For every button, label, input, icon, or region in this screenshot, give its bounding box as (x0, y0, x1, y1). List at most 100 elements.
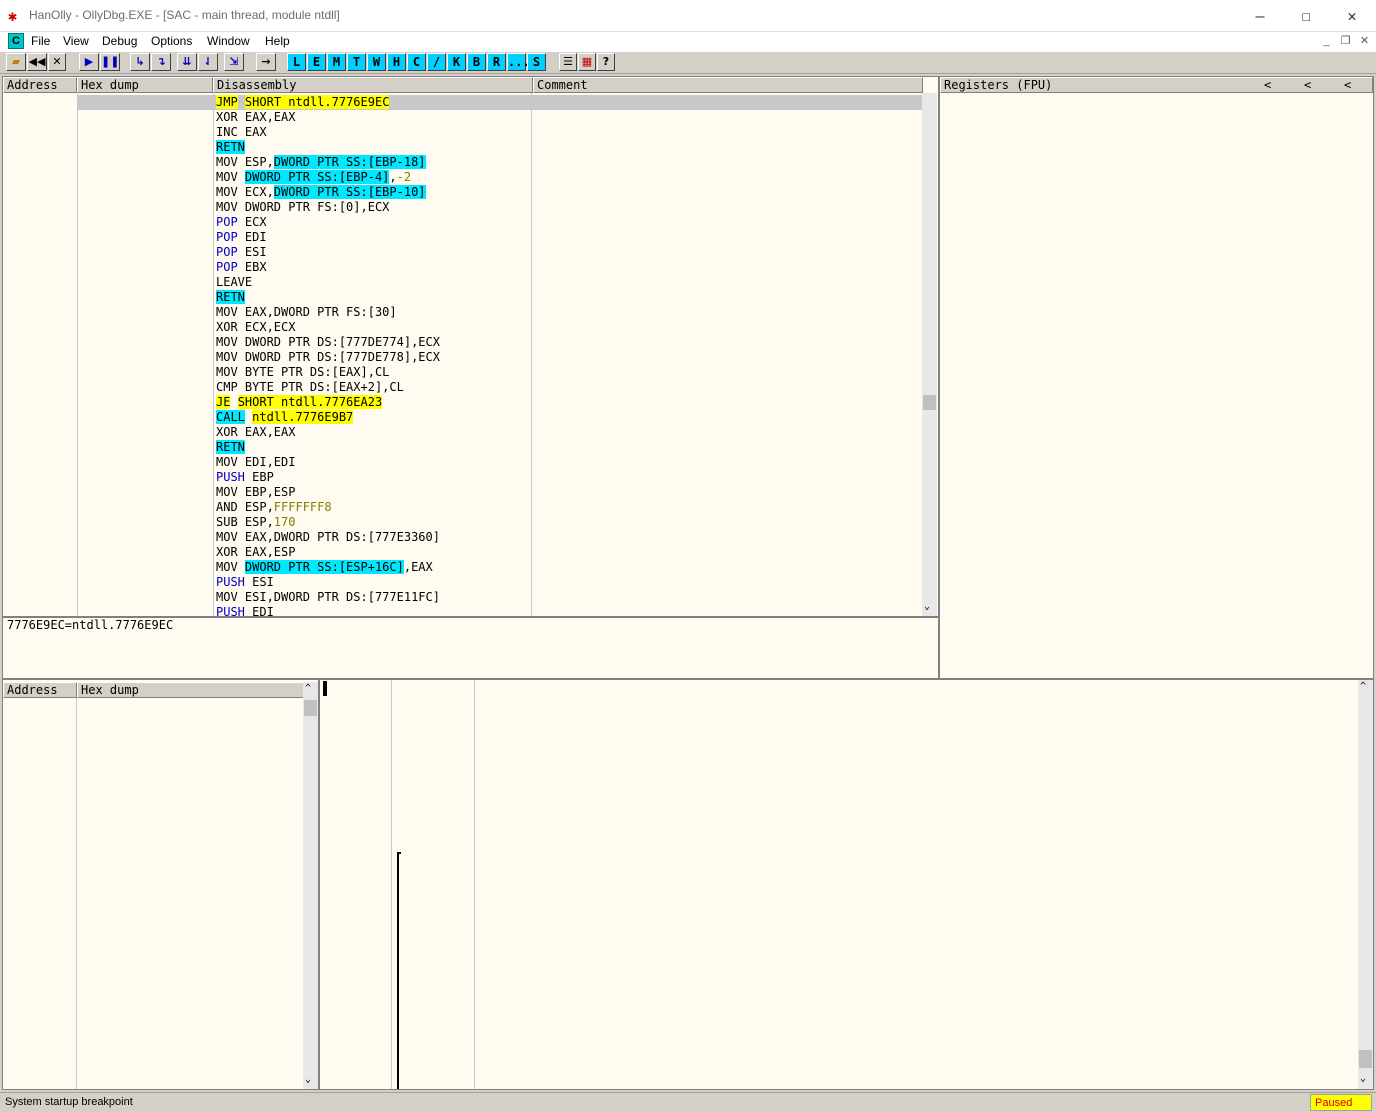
dump-hex[interactable] (79, 1060, 303, 1075)
disasm-instruction[interactable]: PUSH ESI (216, 575, 274, 590)
grid-icon[interactable]: ▦ (578, 53, 596, 71)
trace-into-icon[interactable]: ⇊ (177, 53, 197, 71)
trace-over-icon[interactable]: ⇃ (198, 53, 218, 71)
stack-address[interactable] (323, 996, 327, 1011)
step-into-icon[interactable]: ↳ (130, 53, 150, 71)
menu-file[interactable]: File (31, 33, 50, 51)
disasm-hex[interactable] (78, 185, 212, 200)
disasm-hex[interactable] (78, 575, 212, 590)
disasm-instruction[interactable]: MOV DWORD PTR DS:[777DE774],ECX (216, 335, 440, 350)
disasm-hex[interactable] (78, 530, 212, 545)
dump-header-hex[interactable]: Hex dump (77, 682, 305, 698)
dump-hex[interactable] (79, 775, 303, 790)
disasm-instruction[interactable]: POP EBX (216, 260, 267, 275)
dump-hex[interactable] (79, 1075, 303, 1089)
threads-button[interactable]: T (347, 53, 366, 71)
disasm-instruction[interactable]: XOR EAX,EAX (216, 425, 295, 440)
column-header-hex[interactable]: Hex dump (77, 77, 213, 93)
dump-hex[interactable] (79, 985, 303, 1000)
stack-scrollbar-thumb[interactable] (1359, 1050, 1372, 1068)
execute-till-return-icon[interactable]: ⇲ (224, 53, 244, 71)
disasm-instruction[interactable]: AND ESP,FFFFFFF8 (216, 500, 332, 515)
stack-scroll-down-icon[interactable]: ⌄ (1360, 1073, 1366, 1084)
dump-hex[interactable] (79, 730, 303, 745)
breakpoints-button[interactable]: B (467, 53, 486, 71)
disasm-hex[interactable] (78, 290, 212, 305)
source-button[interactable]: S (527, 53, 546, 71)
run-icon[interactable]: ▶ (79, 53, 99, 71)
stack-address[interactable] (323, 1026, 327, 1041)
stack-address[interactable] (323, 786, 327, 801)
references-button[interactable]: R (487, 53, 506, 71)
disasm-hex[interactable] (78, 95, 212, 110)
disasm-hex[interactable] (78, 320, 212, 335)
cpu-disassembly-pane[interactable]: Address Hex dump Disassembly Comment JMP… (2, 76, 939, 617)
stack-address[interactable] (323, 1056, 327, 1071)
disasm-instruction[interactable]: MOV DWORD PTR SS:[ESP+16C],EAX (216, 560, 433, 575)
stack-address[interactable] (323, 696, 327, 711)
stack-address[interactable] (323, 951, 327, 966)
stack-address[interactable] (323, 801, 327, 816)
dump-scroll-down-icon[interactable]: ⌄ (305, 1074, 311, 1085)
menu-view[interactable]: View (63, 33, 89, 51)
open-icon[interactable]: ▰ (6, 53, 26, 71)
disasm-hex[interactable] (78, 470, 212, 485)
column-header-disassembly[interactable]: Disassembly (213, 77, 533, 93)
column-header-comment[interactable]: Comment (533, 77, 923, 93)
stack-address[interactable] (323, 756, 327, 771)
dump-hex[interactable] (79, 865, 303, 880)
dump-hex[interactable] (79, 880, 303, 895)
windows-button[interactable]: W (367, 53, 386, 71)
disasm-instruction[interactable]: MOV EAX,DWORD PTR FS:[30] (216, 305, 397, 320)
dump-hex[interactable] (79, 700, 303, 715)
mdi-minimize-icon[interactable]: _ (1318, 34, 1335, 49)
disasm-hex[interactable] (78, 200, 212, 215)
disasm-instruction[interactable]: MOV EBP,ESP (216, 485, 295, 500)
dump-hex[interactable] (79, 970, 303, 985)
column-header-address[interactable]: Address (3, 77, 77, 93)
menu-debug[interactable]: Debug (102, 33, 137, 51)
stack-address[interactable] (323, 816, 327, 831)
stack-address[interactable] (323, 711, 327, 726)
dump-hex[interactable] (79, 745, 303, 760)
disasm-instruction[interactable]: MOV DWORD PTR DS:[777DE778],ECX (216, 350, 440, 365)
disasm-hex[interactable] (78, 410, 212, 425)
stack-address[interactable] (323, 861, 327, 876)
disasm-instruction[interactable]: MOV ECX,DWORD PTR SS:[EBP-10] (216, 185, 426, 200)
memory-map-button[interactable]: M (327, 53, 346, 71)
stack-address[interactable] (323, 891, 327, 906)
dump-hex[interactable] (79, 790, 303, 805)
dump-hex[interactable] (79, 1015, 303, 1030)
disasm-hex[interactable] (78, 500, 212, 515)
registers-pane[interactable]: Registers (FPU) < < < (939, 76, 1374, 679)
disasm-hex[interactable] (78, 515, 212, 530)
help-icon[interactable]: ? (597, 53, 615, 71)
reg-arrow-icon-3[interactable]: < (1344, 78, 1351, 92)
disasm-hex[interactable] (78, 455, 212, 470)
pause-icon[interactable]: ❚❚ (100, 53, 120, 71)
dump-scroll-up-icon[interactable]: ^ (305, 683, 311, 694)
stack-scrollbar[interactable]: ^ ⌄ (1358, 680, 1373, 1089)
disasm-hex[interactable] (78, 245, 212, 260)
dump-hex[interactable] (79, 925, 303, 940)
stack-address[interactable] (323, 936, 327, 951)
stack-address[interactable] (323, 831, 327, 846)
handles-button[interactable]: H (387, 53, 406, 71)
stack-address[interactable] (323, 906, 327, 921)
disassembly-scrollbar[interactable]: ⌄ (922, 93, 937, 616)
disasm-instruction[interactable]: SUB ESP,170 (216, 515, 295, 530)
disasm-hex[interactable] (78, 335, 212, 350)
disasm-instruction[interactable]: JE SHORT ntdll.7776EA23 (216, 395, 383, 410)
disasm-hex[interactable] (78, 140, 212, 155)
stack-address[interactable] (323, 981, 327, 996)
dump-hex[interactable] (79, 820, 303, 835)
disasm-instruction[interactable]: XOR ECX,ECX (216, 320, 295, 335)
dump-hex[interactable] (79, 850, 303, 865)
reg-arrow-icon-2[interactable]: < (1304, 78, 1311, 92)
disasm-instruction[interactable]: JMP SHORT ntdll.7776E9EC (216, 95, 390, 110)
log-window-button[interactable]: L (287, 53, 306, 71)
disasm-instruction[interactable]: MOV DWORD PTR FS:[0],ECX (216, 200, 389, 215)
stack-address[interactable] (323, 966, 327, 981)
mdi-restore-icon[interactable]: ❐ (1337, 34, 1354, 49)
disasm-hex[interactable] (78, 545, 212, 560)
